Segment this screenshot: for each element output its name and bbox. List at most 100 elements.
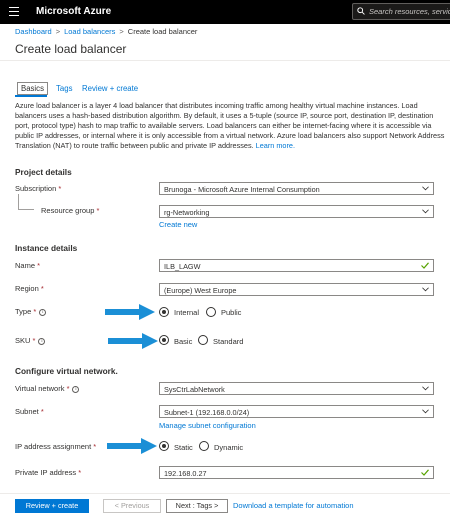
required-marker: * [58, 184, 62, 193]
name-label: Name * [15, 261, 40, 270]
menu-icon[interactable] [9, 7, 19, 17]
chevron-down-icon [422, 386, 429, 391]
type-label-text: Type [15, 307, 32, 316]
resource-group-select[interactable]: rg-Networking [159, 205, 434, 218]
ip-dynamic-radio[interactable] [199, 441, 209, 451]
subnet-value: Subnet-1 (192.168.0.0/24) [164, 408, 250, 417]
ip-dynamic-label: Dynamic [214, 443, 244, 452]
sku-label: SKU * i [15, 336, 46, 345]
type-public-label: Public [221, 308, 242, 317]
chevron-right-icon: > [55, 27, 61, 36]
ip-static-label: Static [174, 443, 193, 452]
ip-static-radio[interactable] [159, 441, 169, 451]
required-marker: * [40, 284, 44, 293]
sku-basic-radio[interactable] [159, 335, 169, 345]
required-marker: * [37, 261, 41, 270]
type-public-radio[interactable] [206, 307, 216, 317]
type-label: Type * i [15, 307, 47, 316]
instance-details-heading: Instance details [15, 243, 78, 253]
breadcrumb-current: Create load balancer [127, 27, 198, 36]
name-value: ILB_LAGW [164, 262, 201, 271]
ip-assignment-label-text: IP address assignment [15, 442, 92, 451]
region-select[interactable]: (Europe) West Europe [159, 283, 434, 296]
breadcrumb-dashboard[interactable]: Dashboard [15, 27, 52, 36]
virtual-network-value: SysCtrLabNetwork [164, 385, 225, 394]
required-marker: * [78, 468, 82, 477]
tab-basics[interactable]: Basics [17, 82, 48, 95]
description-text: Azure load balancer is a layer 4 load ba… [15, 101, 445, 150]
brand-title[interactable]: Microsoft Azure [36, 6, 111, 17]
chevron-down-icon [422, 409, 429, 414]
next-tags-button[interactable]: Next : Tags > [166, 499, 228, 513]
arrow-annotation-icon [105, 304, 155, 320]
private-ip-label: Private IP address * [15, 468, 81, 477]
arrow-annotation-icon [108, 333, 158, 349]
private-ip-value: 192.168.0.27 [164, 469, 207, 478]
subscription-select[interactable]: Brunoga - Microsoft Azure Internal Consu… [159, 182, 434, 195]
chevron-down-icon [422, 287, 429, 292]
resource-group-value: rg-Networking [164, 208, 210, 217]
required-marker: * [96, 206, 100, 215]
tab-review-create[interactable]: Review + create [82, 84, 138, 93]
type-internal-radio[interactable] [159, 307, 169, 317]
resource-group-label-text: Resource group [41, 206, 95, 215]
private-ip-label-text: Private IP address [15, 468, 77, 477]
active-tab-indicator [15, 95, 47, 97]
checkmark-icon [421, 469, 429, 476]
chevron-down-icon [422, 209, 429, 214]
name-label-text: Name [15, 261, 36, 270]
subscription-value: Brunoga - Microsoft Azure Internal Consu… [164, 185, 320, 194]
sku-basic-label: Basic [174, 337, 193, 346]
info-icon[interactable]: i [72, 385, 80, 393]
required-marker: * [66, 384, 70, 393]
checkmark-icon [421, 262, 429, 269]
subnet-select[interactable]: Subnet-1 (192.168.0.0/24) [159, 405, 434, 418]
info-icon[interactable]: i [38, 337, 46, 345]
manage-subnet-link[interactable]: Manage subnet configuration [159, 421, 256, 430]
subscription-label-text: Subscription [15, 184, 57, 193]
tab-tags[interactable]: Tags [56, 84, 72, 93]
name-input[interactable]: ILB_LAGW [159, 259, 434, 272]
page-title: Create load balancer [15, 42, 127, 56]
breadcrumb: Dashboard > Load balancers > Create load bal… [15, 27, 197, 36]
search-placeholder: Search resources, services [369, 7, 450, 16]
sku-label-text: SKU [15, 336, 31, 345]
chevron-down-icon [422, 186, 429, 191]
type-internal-label: Internal [174, 308, 200, 317]
resource-group-label: Resource group * [41, 206, 99, 215]
previous-button[interactable]: < Previous [103, 499, 161, 513]
required-marker: * [32, 336, 36, 345]
tab-bar: Basics Tags Review + create [15, 82, 440, 98]
tree-connector [18, 194, 34, 210]
footer-divider [0, 493, 450, 494]
download-template-link[interactable]: Download a template for automation [233, 501, 354, 510]
region-label-text: Region [15, 284, 39, 293]
breadcrumb-load-balancers[interactable]: Load balancers [64, 27, 115, 36]
sku-standard-radio[interactable] [198, 335, 208, 345]
project-details-heading: Project details [15, 167, 72, 177]
region-value: (Europe) West Europe [164, 286, 237, 295]
review-create-button[interactable]: Review + create [15, 499, 89, 513]
required-marker: * [33, 307, 37, 316]
description: Azure load balancer is a layer 4 load ba… [15, 101, 445, 151]
subscription-label: Subscription * [15, 184, 61, 193]
region-label: Region * [15, 284, 44, 293]
global-search-input[interactable]: Search resources, services [352, 3, 450, 20]
required-marker: * [93, 442, 97, 451]
top-bar: Microsoft Azure Search resources, servic… [0, 0, 450, 24]
virtual-network-label: Virtual network * i [15, 384, 80, 393]
chevron-right-icon: > [119, 27, 124, 36]
virtual-network-select[interactable]: SysCtrLabNetwork [159, 382, 434, 395]
info-icon[interactable]: i [39, 308, 47, 316]
subnet-label: Subnet * [15, 407, 44, 416]
private-ip-input[interactable]: 192.168.0.27 [159, 466, 434, 479]
create-new-link[interactable]: Create new [159, 220, 197, 229]
arrow-annotation-icon [107, 438, 157, 454]
learn-more-link[interactable]: Learn more. [256, 141, 295, 150]
virtual-network-label-text: Virtual network [15, 384, 65, 393]
divider [0, 60, 450, 61]
subnet-label-text: Subnet [15, 407, 39, 416]
configure-vnet-heading: Configure virtual network. [15, 366, 118, 376]
required-marker: * [40, 407, 44, 416]
sku-standard-label: Standard [213, 337, 244, 346]
